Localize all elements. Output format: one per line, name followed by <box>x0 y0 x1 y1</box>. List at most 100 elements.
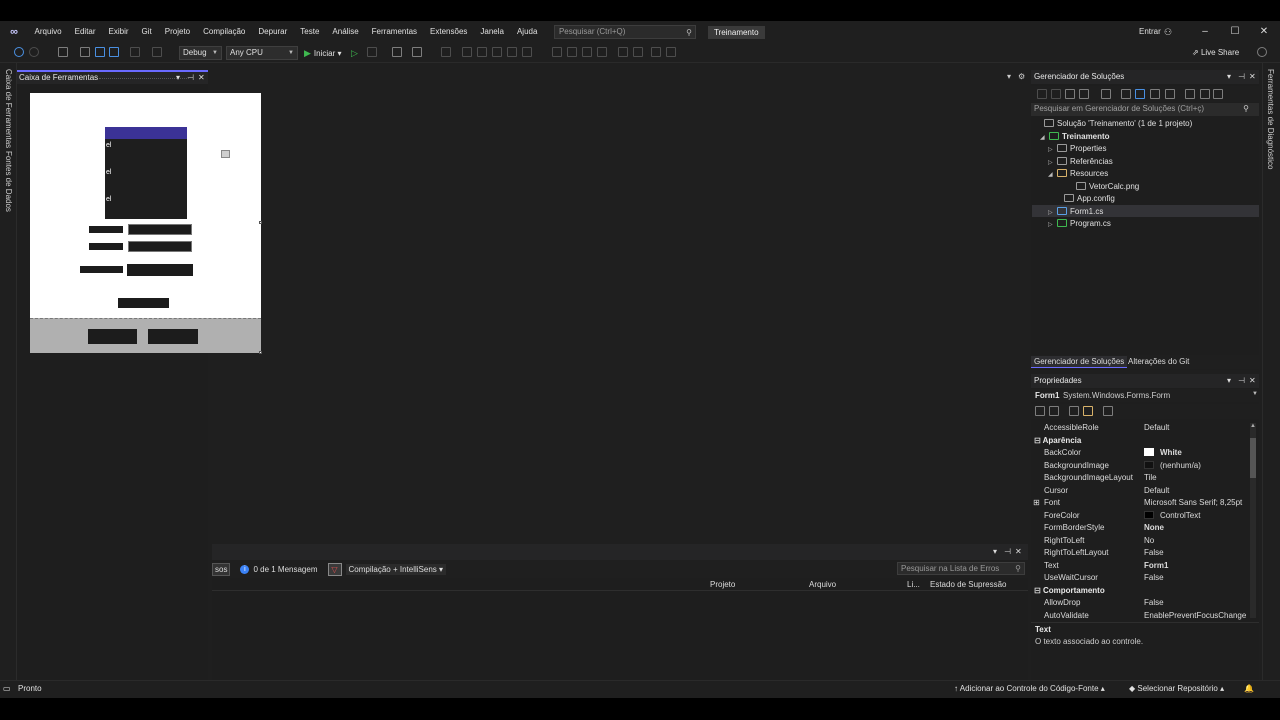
align-tops-icon[interactable] <box>492 47 502 57</box>
pin-icon[interactable]: ⊣ <box>1238 72 1245 81</box>
prop-category-appearance[interactable]: ⊟ Aparência <box>1031 435 1249 448</box>
prop-category-behavior[interactable]: ⊟ Comportamento <box>1031 585 1249 598</box>
column-line[interactable]: Li... <box>907 580 920 589</box>
tab-toolbox[interactable]: Caixa de Ferramentas <box>4 69 13 148</box>
refresh-icon[interactable] <box>1135 89 1145 99</box>
prop-value[interactable]: (nenhum/a) <box>1160 461 1201 470</box>
redo-icon[interactable] <box>152 47 162 57</box>
vertical-spacing-icon[interactable] <box>633 47 643 57</box>
chevron-down-icon[interactable]: ▾ <box>1227 72 1231 81</box>
expanded-arrow-icon[interactable]: ◢ <box>1040 134 1049 141</box>
prop-row-righttoleftlayout[interactable]: RightToLeftLayout False <box>1031 547 1249 560</box>
button-control[interactable] <box>118 298 169 308</box>
error-list-search-input[interactable]: Pesquisar na Lista de Erros ⚲ <box>897 562 1025 575</box>
tab-solution-explorer[interactable]: Gerenciador de Soluções <box>1031 356 1128 368</box>
chevron-down-icon[interactable]: ▾ <box>1227 376 1231 385</box>
prop-value[interactable]: False <box>1144 573 1164 582</box>
undo-icon[interactable] <box>130 47 140 57</box>
make-same-width-icon[interactable] <box>552 47 562 57</box>
prop-value[interactable]: White <box>1160 448 1182 457</box>
column-file[interactable]: Arquivo <box>809 580 836 589</box>
prop-row-backcolor[interactable]: BackColor White <box>1031 447 1249 460</box>
close-icon[interactable]: ✕ <box>1249 21 1279 43</box>
select-repo-button[interactable]: ◆ Selecionar Repositório ▴ <box>1129 684 1224 693</box>
prop-value[interactable]: Tile <box>1144 473 1157 482</box>
tree-item-references[interactable]: ▷ Referências <box>1048 157 1113 166</box>
prop-value[interactable]: EnablePreventFocusChange <box>1144 611 1246 620</box>
menu-teste[interactable]: Teste <box>294 21 326 43</box>
prop-value[interactable]: False <box>1144 598 1164 607</box>
prop-row-usewaitcursor[interactable]: UseWaitCursor False <box>1031 572 1249 585</box>
picture-box-control[interactable] <box>221 150 230 158</box>
prop-value[interactable]: Microsoft Sans Serif; 8,25pt <box>1144 498 1242 507</box>
menu-editar[interactable]: Editar <box>68 21 102 43</box>
tree-item-app-config[interactable]: App.config <box>1064 194 1115 203</box>
warnings-filter-button[interactable]: sos <box>212 562 231 576</box>
switch-views-icon[interactable] <box>1079 89 1089 99</box>
textbox-control[interactable] <box>128 224 192 235</box>
textbox-control[interactable] <box>127 264 193 276</box>
browse-window-icon[interactable] <box>392 47 402 57</box>
prop-row-backgroundimage[interactable]: BackgroundImage (nenhum/a) <box>1031 460 1249 473</box>
close-icon[interactable]: ✕ <box>1249 72 1256 81</box>
properties-wrench-icon[interactable] <box>1200 89 1210 99</box>
categorized-icon[interactable] <box>1035 406 1045 416</box>
maximize-icon[interactable]: ☐ <box>1220 21 1250 43</box>
label-control[interactable] <box>89 243 123 250</box>
menu-ferramentas[interactable]: Ferramentas <box>365 21 423 43</box>
make-same-height-icon[interactable] <box>567 47 577 57</box>
login-button[interactable]: Entrar <box>1139 21 1161 43</box>
preview-selected-icon[interactable] <box>1213 89 1223 99</box>
collapse-icon[interactable]: ⊟ <box>1034 586 1043 595</box>
footer-button-control[interactable] <box>88 329 137 344</box>
home-icon[interactable] <box>1065 89 1075 99</box>
notifications-icon[interactable]: 🔔 <box>1244 684 1254 693</box>
person-icon[interactable]: ⚇ <box>1164 27 1172 38</box>
prop-row-formborderstyle[interactable]: FormBorderStyle None <box>1031 522 1249 535</box>
prop-row-font[interactable]: ⊞ Font Microsoft Sans Serif; 8,25pt <box>1031 497 1249 510</box>
align-middles-icon[interactable] <box>507 47 517 57</box>
expand-icon[interactable]: ⊞ <box>1033 498 1040 507</box>
messages-filter-button[interactable]: 0 de 1 Mensagem <box>253 565 317 574</box>
start-without-debugging-icon[interactable]: ▷ <box>351 46 358 60</box>
pin-icon[interactable]: ⊣ <box>1004 547 1011 556</box>
properties-view-icon[interactable] <box>1069 406 1079 416</box>
tab-git-changes[interactable]: Alterações do Git <box>1125 356 1192 367</box>
collapsed-arrow-icon[interactable]: ▷ <box>1048 159 1057 166</box>
live-share-button[interactable]: ⇗ Live Share <box>1192 46 1239 60</box>
collapse-all-icon[interactable] <box>1150 89 1160 99</box>
footer-button-control[interactable] <box>148 329 198 344</box>
prop-value[interactable]: None <box>1144 523 1164 532</box>
menu-extensoes[interactable]: Extensões <box>424 21 474 43</box>
listbox-control[interactable] <box>105 127 187 219</box>
prop-row-cursor[interactable]: Cursor Default <box>1031 485 1249 498</box>
tree-item-project[interactable]: ◢ Treinamento <box>1040 132 1110 141</box>
align-lefts-icon[interactable] <box>441 47 451 57</box>
save-icon[interactable] <box>95 47 105 57</box>
prop-value[interactable]: ControlText <box>1160 511 1200 520</box>
prop-value[interactable]: False <box>1144 548 1164 557</box>
menu-compilacao[interactable]: Compilação <box>197 21 252 43</box>
align-bottoms-icon[interactable] <box>522 47 532 57</box>
prop-row-text[interactable]: Text Form1 <box>1031 560 1249 573</box>
collapsed-arrow-icon[interactable]: ▷ <box>1048 221 1057 228</box>
forward-icon[interactable] <box>1051 89 1061 99</box>
column-suppression-state[interactable]: Estado de Supressão <box>930 580 1007 589</box>
menu-projeto[interactable]: Projeto <box>158 21 196 43</box>
make-same-size-icon[interactable] <box>582 47 592 57</box>
prop-row-autovalidate[interactable]: AutoValidate EnablePreventFocusChange <box>1031 610 1249 623</box>
prop-value[interactable]: No <box>1144 536 1154 545</box>
chevron-down-icon[interactable]: ▾ <box>993 547 997 556</box>
sync-icon[interactable] <box>1121 89 1131 99</box>
close-icon[interactable]: ✕ <box>198 73 205 82</box>
chevron-down-icon[interactable]: ▾ <box>1007 72 1011 81</box>
properties-scrollbar-thumb[interactable] <box>1250 438 1256 478</box>
tab-diagnostic-tools[interactable]: Ferramentas de Diagnóstico <box>1266 69 1275 170</box>
center-vertically-icon[interactable] <box>666 47 676 57</box>
tree-item-resources[interactable]: ◢ Resources <box>1048 169 1108 178</box>
resize-handle[interactable] <box>259 351 262 354</box>
tab-data-sources[interactable]: Fontes de Dados <box>4 151 13 212</box>
settings-icon[interactable]: ⚙ <box>1018 72 1025 81</box>
configuration-dropdown[interactable]: Debug ▼ <box>179 46 222 60</box>
global-search-input[interactable]: Pesquisar (Ctrl+Q) ⚲ <box>553 25 696 39</box>
